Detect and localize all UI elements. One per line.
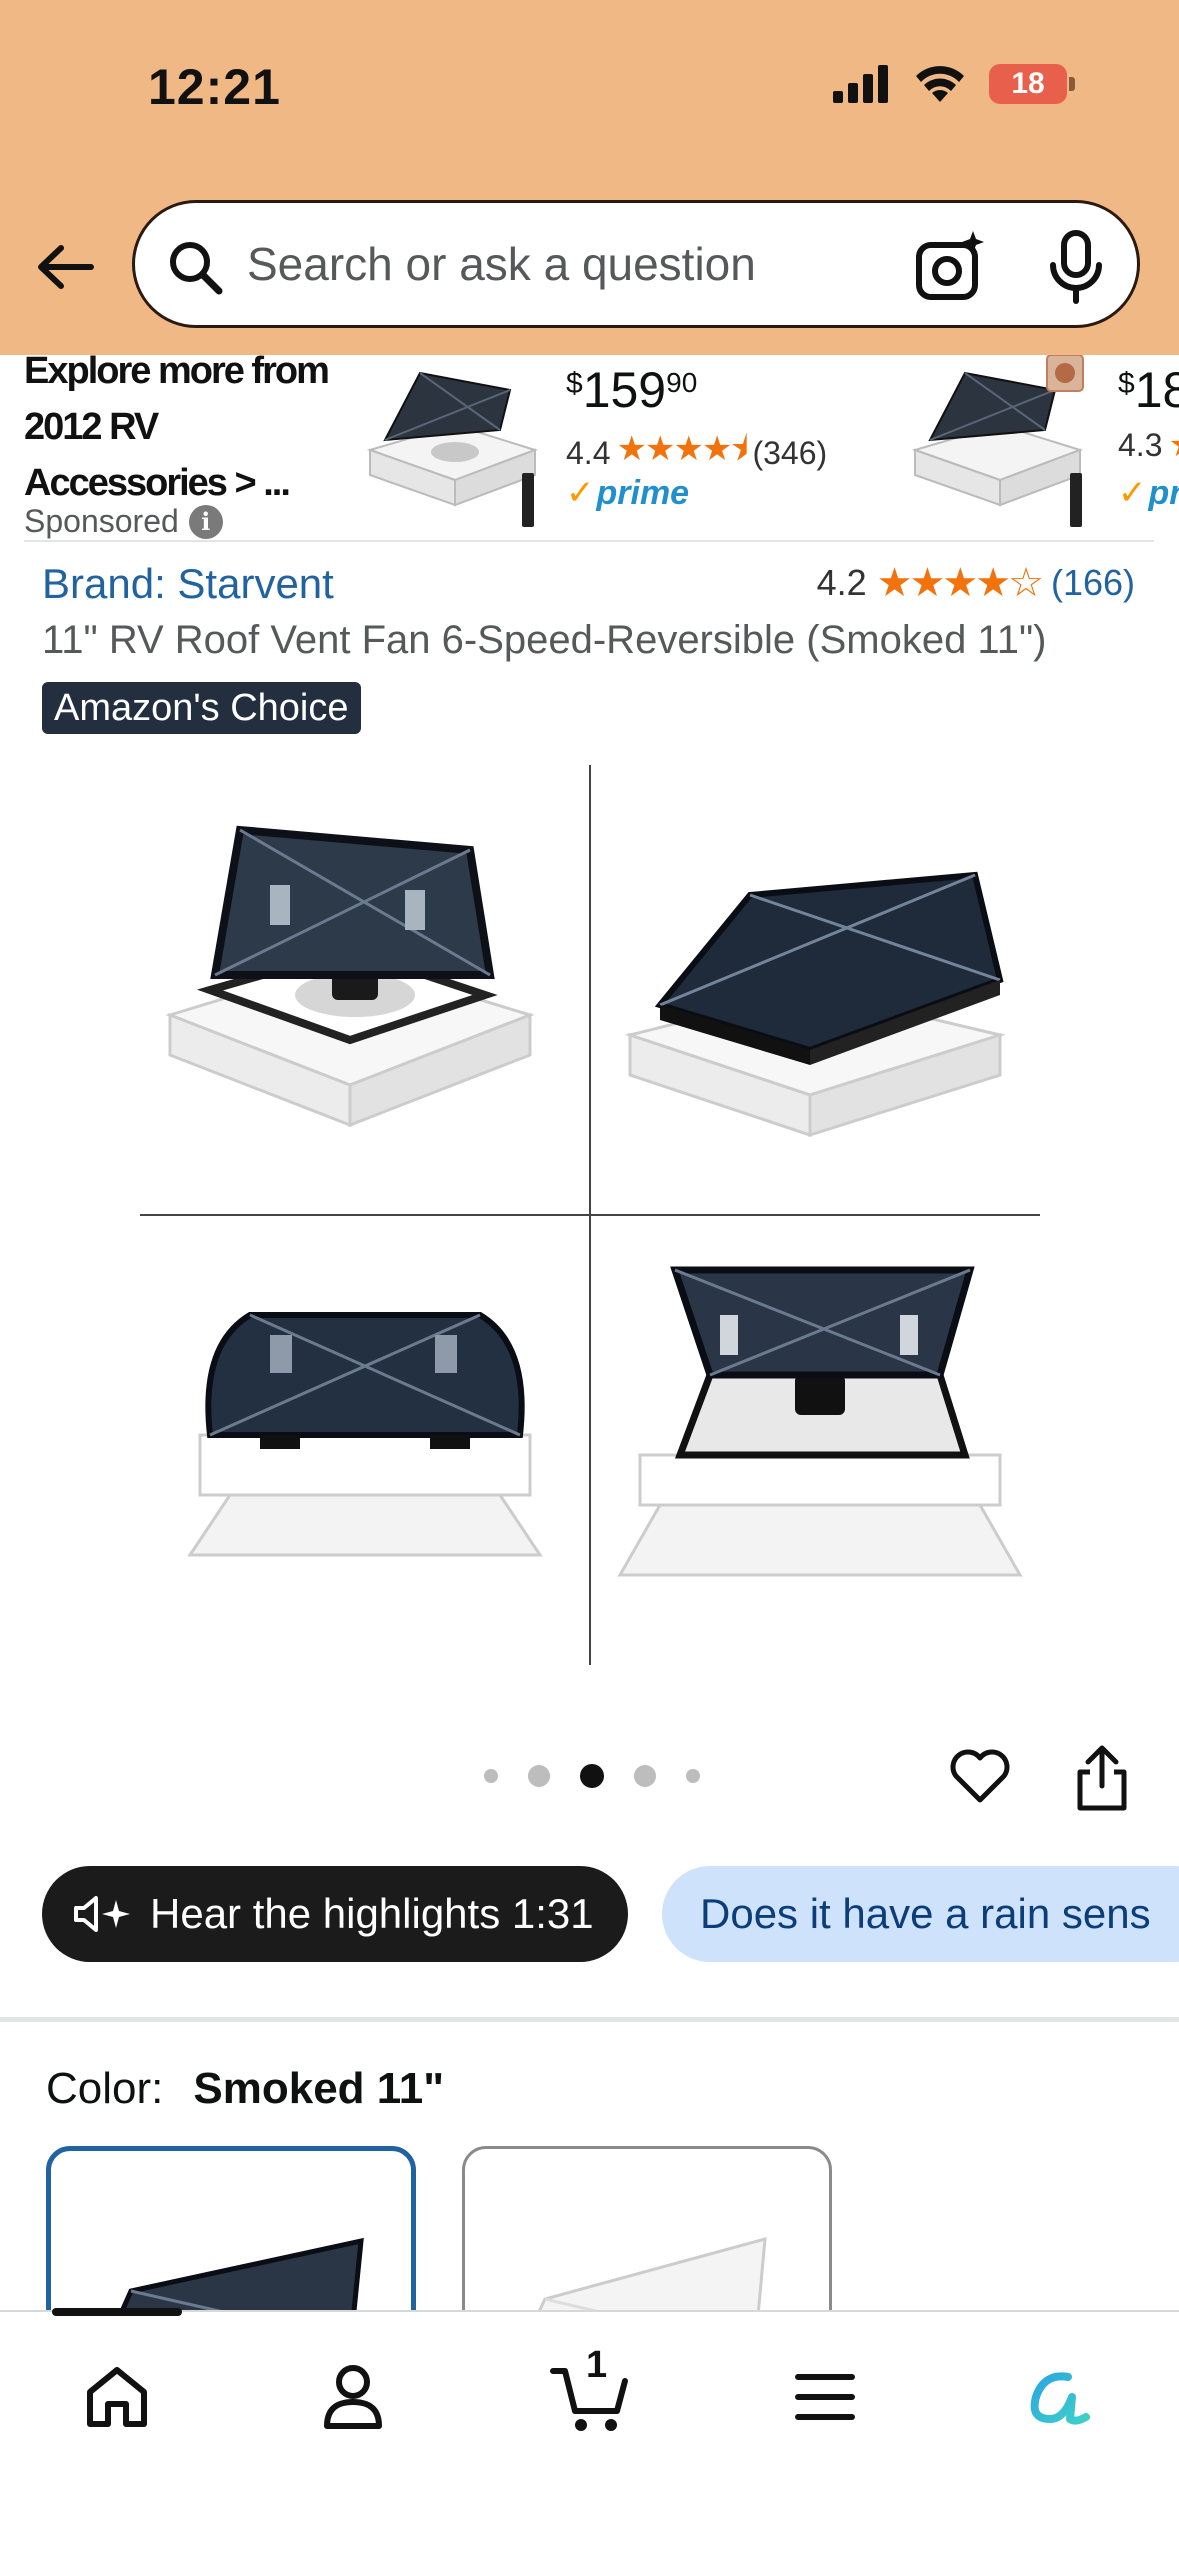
star-rating-icon: ★★★★☆ xyxy=(876,561,1044,605)
amazons-choice-badge: Amazon's Choice xyxy=(42,682,361,734)
product-image-front-view xyxy=(187,1312,543,1557)
status-time: 12:21 xyxy=(148,59,281,115)
speaker-sparkle-icon xyxy=(74,1896,130,1932)
search-bar[interactable] xyxy=(132,200,1140,328)
back-arrow-icon xyxy=(38,245,94,289)
product-rating[interactable]: 4.2 ★★★★☆ (166) xyxy=(817,560,1135,606)
hear-highlights-label: Hear the highlights 1:31 xyxy=(150,1890,594,1937)
sponsored-carousel: Explore more from 2012 RV Accessories > … xyxy=(0,355,1179,541)
account-icon xyxy=(324,2365,382,2429)
carousel-dot[interactable] xyxy=(634,1765,656,1787)
hear-highlights-button[interactable]: Hear the highlights 1:31 xyxy=(42,1866,628,1962)
prime-badge: ✓pr xyxy=(1118,473,1179,513)
sponsored-label: Sponsored i xyxy=(24,503,223,540)
color-selector-header: Color: Smoked 11" xyxy=(46,2064,444,2114)
product-image-closed-dome xyxy=(624,871,1006,1138)
cart-count-badge: 1 xyxy=(586,2344,608,2386)
explore-more-link[interactable]: Explore more from 2012 RV Accessories > … xyxy=(24,355,334,511)
heart-icon[interactable] xyxy=(948,1744,1012,1808)
question-chip[interactable]: Does it have a rain sens xyxy=(662,1866,1179,1962)
sponsored-product-image[interactable] xyxy=(905,355,1085,530)
back-button[interactable] xyxy=(30,232,100,302)
brand-link[interactable]: Brand: Starvent xyxy=(42,560,334,608)
section-divider xyxy=(0,2017,1179,2022)
info-icon[interactable]: i xyxy=(188,504,223,539)
microphone-icon[interactable] xyxy=(1041,229,1111,305)
status-icons: 18 xyxy=(833,64,1075,104)
battery-indicator: 18 xyxy=(989,64,1067,104)
battery-cap xyxy=(1069,77,1075,91)
sponsored-product-image[interactable] xyxy=(360,355,540,530)
tab-rufus[interactable] xyxy=(1016,2352,1106,2442)
product-image-gallery[interactable] xyxy=(140,765,1040,1665)
bottom-tab-bar: 1 xyxy=(0,2308,1179,2556)
sponsored-price: $18 xyxy=(1118,362,1179,418)
divider xyxy=(24,540,1154,542)
product-title: 11" RV Roof Vent Fan 6-Speed-Reversible … xyxy=(42,618,1047,662)
carousel-dots[interactable] xyxy=(484,1764,700,1788)
camera-lens-icon[interactable] xyxy=(911,227,991,307)
cellular-signal-icon xyxy=(833,65,888,103)
question-chip-label: Does it have a rain sens xyxy=(700,1890,1151,1937)
star-rating-icon: ★ xyxy=(1168,425,1179,465)
rufus-icon xyxy=(1030,2372,1090,2425)
sponsored-text: Sponsored xyxy=(24,503,179,539)
carousel-dot[interactable] xyxy=(528,1765,550,1787)
home-icon xyxy=(87,2367,147,2427)
prime-check-icon: ✓ xyxy=(566,474,595,512)
menu-icon xyxy=(795,2374,855,2420)
share-icon[interactable] xyxy=(1074,1744,1130,1812)
tab-menu[interactable] xyxy=(780,2352,870,2442)
rating-value: 4.2 xyxy=(816,562,867,603)
carousel-dot[interactable] xyxy=(484,1769,498,1783)
search-input[interactable] xyxy=(247,231,807,297)
color-value: Smoked 11" xyxy=(193,2064,445,2113)
carousel-dot-active[interactable] xyxy=(580,1764,604,1788)
tab-account[interactable] xyxy=(308,2352,398,2442)
wifi-icon xyxy=(916,66,964,102)
sponsored-rating: 4.3 ★ xyxy=(1118,425,1179,465)
search-icon xyxy=(170,242,223,295)
carousel-dot[interactable] xyxy=(686,1769,700,1783)
product-image-open-front xyxy=(617,1266,1023,1577)
rating-count: (166) xyxy=(1050,562,1135,603)
prime-check-icon: ✓ xyxy=(1118,474,1147,512)
sponsored-price: $15990 xyxy=(566,362,698,418)
product-image-open-lid xyxy=(165,825,535,1128)
active-tab-indicator xyxy=(52,2308,182,2316)
grid-divider-horizontal xyxy=(140,1214,1040,1216)
color-label: Color: xyxy=(46,2064,164,2113)
header: 12:21 18 xyxy=(0,0,1179,355)
tab-home[interactable] xyxy=(72,2352,162,2442)
prime-badge: ✓ prime xyxy=(566,473,690,513)
tab-cart[interactable]: 1 xyxy=(546,2344,636,2442)
